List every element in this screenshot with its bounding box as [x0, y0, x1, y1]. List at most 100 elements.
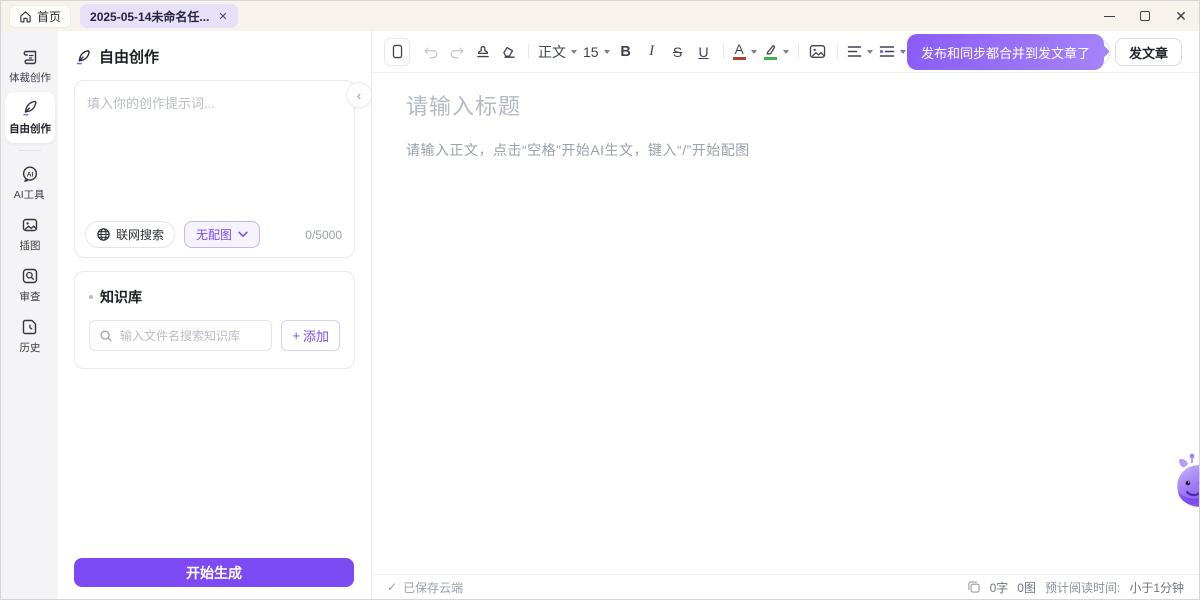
chevron-down-icon [867, 50, 873, 54]
image-option-dropdown[interactable]: 无配图 [184, 221, 260, 248]
align-left-icon [847, 45, 862, 58]
status-bar: ✓ 已保存云端 0字 0图 预计阅读时间: 小于1分钟 [372, 574, 1199, 599]
sidebar-item-label: 插图 [19, 237, 40, 252]
add-label: 添加 [303, 326, 329, 345]
globe-icon [96, 227, 111, 242]
web-search-label: 联网搜索 [116, 226, 164, 243]
review-icon [20, 266, 40, 286]
toolbar-divider [723, 44, 724, 59]
prompt-placeholder: 填入你的创作提示词... [87, 93, 342, 112]
editor-content[interactable]: 请输入标题 请输入正文，点击“空格”开始AI生文，键入“/”开始配图 [372, 73, 1199, 160]
panel-collapse-button[interactable]: ‹ [346, 82, 372, 108]
bullet-dot-icon [89, 295, 93, 299]
maximize-button[interactable] [1127, 1, 1163, 31]
knowledge-base-title: 知识库 [100, 287, 142, 307]
genre-create-icon [20, 47, 40, 67]
clear-format-button[interactable] [496, 38, 522, 66]
chevron-left-icon: ‹ [357, 88, 361, 103]
close-icon: ✕ [1175, 9, 1187, 23]
sidebar-item-ai-tools[interactable]: AI AI工具 [5, 158, 55, 209]
mascot-icon [1168, 452, 1200, 514]
minimize-button[interactable] [1091, 1, 1127, 31]
sidebar: 体裁创作 自由创作 AI AI工具 插图 审查 历史 [1, 31, 58, 599]
illustration-icon [20, 215, 40, 235]
undo-icon [423, 45, 439, 59]
minimize-icon [1104, 16, 1115, 17]
paragraph-style-dropdown[interactable]: 正文 [535, 38, 580, 66]
eraser-icon [501, 44, 517, 60]
sidebar-item-free-create[interactable]: 自由创作 [5, 92, 55, 143]
prompt-input-card[interactable]: 填入你的创作提示词... 联网搜索 无配图 0/5000 [74, 80, 355, 258]
indent-icon [879, 45, 895, 58]
font-size-dropdown[interactable]: 15 [580, 38, 613, 66]
indent-dropdown[interactable] [876, 38, 909, 66]
mobile-preview-button[interactable] [384, 38, 410, 66]
web-search-toggle[interactable]: 联网搜索 [85, 221, 175, 248]
free-create-icon [20, 98, 40, 118]
align-dropdown[interactable] [844, 38, 876, 66]
read-time-value: 小于1分钟 [1129, 579, 1184, 596]
close-button[interactable]: ✕ [1163, 1, 1199, 31]
chevron-down-icon [571, 50, 577, 54]
app-window: 首页 2025-05-14未命名任... ✕ ✕ 体裁创作 自由创作 AI [0, 0, 1200, 600]
maximize-icon [1140, 11, 1150, 21]
prompt-footer: 联网搜索 无配图 0/5000 [85, 221, 342, 248]
bold-button[interactable]: B [613, 38, 639, 66]
svg-text:AI: AI [26, 171, 33, 178]
image-count: 0图 [1017, 579, 1036, 596]
sidebar-item-review[interactable]: 审查 [5, 260, 55, 311]
tab-close-icon[interactable]: ✕ [218, 10, 227, 23]
highlight-color-dropdown[interactable] [760, 38, 792, 66]
generate-button[interactable]: 开始生成 [74, 558, 354, 587]
knowledge-base-title-row: 知识库 [89, 287, 340, 307]
toolbar-divider [837, 44, 838, 59]
font-color-icon: A [733, 43, 746, 61]
plus-icon: + [292, 328, 300, 343]
phone-icon [392, 44, 403, 59]
font-size-value: 15 [583, 44, 599, 60]
insert-image-button[interactable] [805, 38, 831, 66]
highlighter-icon [763, 44, 778, 60]
undo-button[interactable] [418, 38, 444, 66]
panel-header: 自由创作 [74, 31, 355, 67]
toolbar-divider [528, 44, 529, 59]
ai-tools-icon: AI [20, 164, 40, 184]
redo-button[interactable] [444, 38, 470, 66]
sidebar-item-history[interactable]: 历史 [5, 311, 55, 362]
sidebar-item-label: 自由创作 [9, 120, 51, 135]
chevron-down-icon [604, 50, 610, 54]
underline-button[interactable]: U [691, 38, 717, 66]
body-placeholder[interactable]: 请输入正文，点击“空格”开始AI生文，键入“/”开始配图 [406, 140, 1165, 160]
home-label: 首页 [37, 8, 61, 25]
sidebar-item-label: 审查 [19, 288, 40, 303]
copy-icon[interactable] [967, 580, 981, 594]
home-icon [19, 10, 32, 23]
sidebar-item-genre-create[interactable]: 体裁创作 [5, 41, 55, 92]
editor-area: 正文 15 B I S U A [372, 31, 1199, 599]
knowledge-base-card: 知识库 输入文件名搜索知识库 + 添加 [74, 271, 355, 369]
knowledge-search-input[interactable]: 输入文件名搜索知识库 [89, 320, 272, 351]
assistant-mascot[interactable] [1168, 452, 1200, 514]
titlebar: 首页 2025-05-14未命名任... ✕ ✕ [1, 1, 1199, 31]
sidebar-item-label: 体裁创作 [9, 69, 51, 84]
title-placeholder[interactable]: 请输入标题 [406, 89, 1165, 121]
format-painter-button[interactable] [470, 38, 496, 66]
add-knowledge-button[interactable]: + 添加 [281, 320, 340, 351]
italic-button[interactable]: I [639, 38, 665, 66]
publish-article-button[interactable]: 发文章 [1115, 38, 1182, 66]
tooltip-text: 发布和同步都合并到发文章了 [921, 43, 1090, 62]
toolbar-divider [798, 44, 799, 59]
strikethrough-button[interactable]: S [665, 38, 691, 66]
sidebar-item-illustration[interactable]: 插图 [5, 209, 55, 260]
check-icon: ✓ [387, 580, 397, 594]
image-option-label: 无配图 [196, 226, 232, 243]
font-color-dropdown[interactable]: A [730, 38, 760, 66]
chevron-down-icon [751, 50, 757, 54]
sidebar-item-label: 历史 [19, 339, 40, 354]
chevron-down-icon [900, 50, 906, 54]
document-tab[interactable]: 2025-05-14未命名任... ✕ [80, 4, 238, 28]
home-button[interactable]: 首页 [9, 5, 71, 28]
char-counter: 0/5000 [305, 228, 342, 242]
word-count: 0字 [990, 579, 1009, 596]
knowledge-search-placeholder: 输入文件名搜索知识库 [120, 327, 240, 344]
